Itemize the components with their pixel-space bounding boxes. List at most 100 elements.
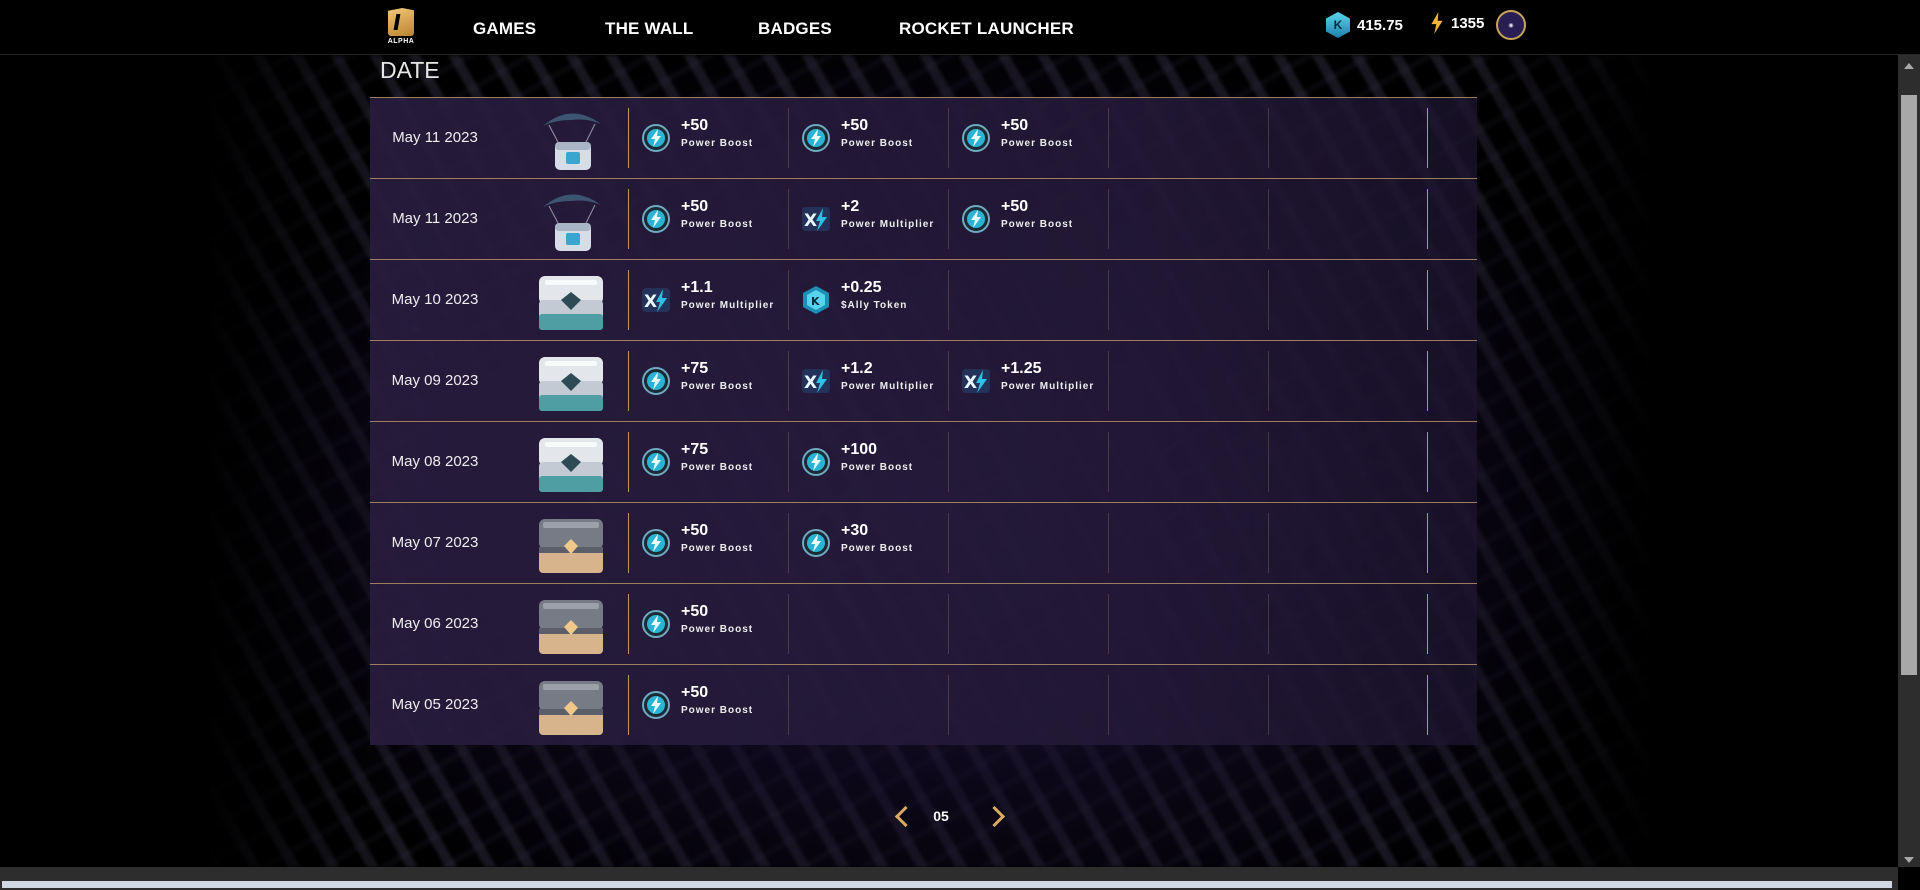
reward-amount: +100: [841, 441, 878, 458]
table-row: May 10 2023 X +1.1 Power Multiplier K +0.25 $A…: [370, 259, 1477, 340]
power-boost-icon: [801, 528, 831, 558]
reward-label: Power Boost: [1001, 219, 1074, 230]
table-row: May 08 2023 +75 Power Boost +100 Power Boost: [370, 421, 1477, 502]
parachute-crate-icon: [535, 189, 607, 253]
nav-the-wall[interactable]: THE WALL: [605, 19, 693, 39]
reward-amount: +75: [681, 441, 709, 458]
scroll-up-arrow-icon[interactable]: [1904, 63, 1914, 69]
next-page-icon[interactable]: [983, 805, 1006, 828]
empty-reward-cell: [1268, 594, 1428, 654]
reward-cell: +50 Power Boost: [788, 108, 948, 168]
table-row: May 09 2023 +75 Power Boost X +1.2 Power Mult…: [370, 340, 1477, 421]
reward-amount: +50: [681, 198, 709, 215]
svg-text:X: X: [964, 373, 977, 393]
reward-amount: +1.2: [841, 360, 873, 377]
svg-text:X: X: [644, 292, 657, 312]
logo-alpha-text: ALPHA: [387, 38, 415, 45]
token-balance: K 415.75: [1326, 12, 1403, 38]
power-balance-value: 1355: [1451, 14, 1485, 32]
empty-reward-cell: [1108, 675, 1268, 735]
silver-chest-icon: [535, 351, 607, 415]
silver-chest-icon: [535, 270, 607, 334]
empty-reward-cell: [948, 594, 1108, 654]
power-boost-icon: [641, 690, 671, 720]
reward-amount: +50: [681, 684, 709, 701]
power-multiplier-icon: X: [801, 366, 831, 396]
reward-cell: +50 Power Boost: [628, 675, 788, 735]
empty-reward-cell: [948, 270, 1108, 330]
row-date: May 05 2023: [391, 696, 479, 713]
reward-cells: +50 Power Boost: [628, 675, 1428, 735]
background-fade-right: [1460, 55, 1660, 867]
reward-cell: X +1.2 Power Multiplier: [788, 351, 948, 411]
empty-reward-cell: [1108, 189, 1268, 249]
table-row: May 05 2023 +50 Power Boost: [370, 664, 1477, 745]
empty-reward-cell: [1108, 594, 1268, 654]
row-date: May 09 2023: [391, 372, 479, 389]
reward-label: Power Boost: [681, 138, 754, 149]
reward-cell: +50 Power Boost: [628, 108, 788, 168]
horizontal-scrollbar-thumb[interactable]: [2, 881, 1892, 888]
vertical-scrollbar[interactable]: [1898, 55, 1920, 867]
date-column-header: DATE: [380, 57, 440, 83]
row-date: May 10 2023: [391, 291, 479, 308]
horizontal-scrollbar[interactable]: [0, 867, 1898, 890]
power-boost-icon: [641, 609, 671, 639]
reward-amount: +50: [1001, 117, 1029, 134]
empty-reward-cell: [1108, 108, 1268, 168]
empty-reward-cell: [1108, 432, 1268, 492]
empty-reward-cell: [1268, 351, 1428, 411]
empty-reward-cell: [1108, 351, 1268, 411]
reward-cells: +50 Power Boost: [628, 594, 1428, 654]
lightning-icon: [1431, 12, 1443, 34]
reward-cell: +75 Power Boost: [628, 351, 788, 411]
reward-label: Power Boost: [1001, 138, 1074, 149]
reward-label: Power Boost: [841, 462, 914, 473]
reward-cells: X +1.1 Power Multiplier K +0.25 $Ally Token: [628, 270, 1428, 330]
reward-cell: +30 Power Boost: [788, 513, 948, 573]
reward-label: Power Boost: [681, 705, 754, 716]
nav-rocket-launcher[interactable]: ROCKET LAUNCHER: [899, 19, 1074, 39]
nav-badges[interactable]: BADGES: [758, 19, 832, 39]
reward-cell: X +1.25 Power Multiplier: [948, 351, 1108, 411]
reward-cell: +50 Power Boost: [948, 108, 1108, 168]
empty-reward-cell: [948, 675, 1108, 735]
table-row: May 07 2023 +50 Power Boost +30 Power Boost: [370, 502, 1477, 583]
power-multiplier-icon: X: [641, 285, 671, 315]
reward-cell: +100 Power Boost: [788, 432, 948, 492]
reward-label: Power Boost: [681, 462, 754, 473]
empty-reward-cell: [1268, 108, 1428, 168]
previous-page-icon[interactable]: [894, 805, 917, 828]
reward-amount: +50: [681, 117, 709, 134]
svg-text:X: X: [804, 373, 817, 393]
row-date: May 11 2023: [392, 129, 478, 146]
empty-reward-cell: [1268, 432, 1428, 492]
alpha-logo[interactable]: ALPHA: [384, 8, 418, 48]
reward-amount: +50: [681, 603, 709, 620]
ally-token-icon: K: [801, 285, 831, 315]
scrollbar-thumb[interactable]: [1901, 95, 1917, 675]
reward-cells: +50 Power Boost X +2 Power Multiplier +50 Powe…: [628, 189, 1428, 249]
reward-cells: +50 Power Boost +30 Power Boost: [628, 513, 1428, 573]
user-avatar[interactable]: ◉: [1496, 10, 1526, 40]
top-navbar: ALPHA GAMES THE WALL BADGES ROCKET LAUNC…: [0, 0, 1920, 55]
reward-amount: +50: [1001, 198, 1029, 215]
nav-games[interactable]: GAMES: [473, 19, 536, 39]
reward-label: $Ally Token: [841, 300, 908, 311]
power-balance: 1355: [1430, 12, 1484, 34]
reward-amount: +30: [841, 522, 869, 539]
power-multiplier-icon: X: [961, 366, 991, 396]
reward-cell: X +2 Power Multiplier: [788, 189, 948, 249]
scroll-down-arrow-icon[interactable]: [1904, 857, 1914, 863]
reward-label: Power Boost: [681, 543, 754, 554]
reward-label: Power Multiplier: [841, 219, 935, 230]
empty-reward-cell: [948, 513, 1108, 573]
table-row: May 06 2023 +50 Power Boost: [370, 583, 1477, 664]
reward-cell: +50 Power Boost: [628, 513, 788, 573]
reward-label: Power Boost: [681, 624, 754, 635]
empty-reward-cell: [788, 594, 948, 654]
empty-reward-cell: [1108, 270, 1268, 330]
parachute-crate-icon: [535, 108, 607, 172]
logo-mark-icon: [388, 8, 414, 36]
reward-label: Power Multiplier: [1001, 381, 1095, 392]
